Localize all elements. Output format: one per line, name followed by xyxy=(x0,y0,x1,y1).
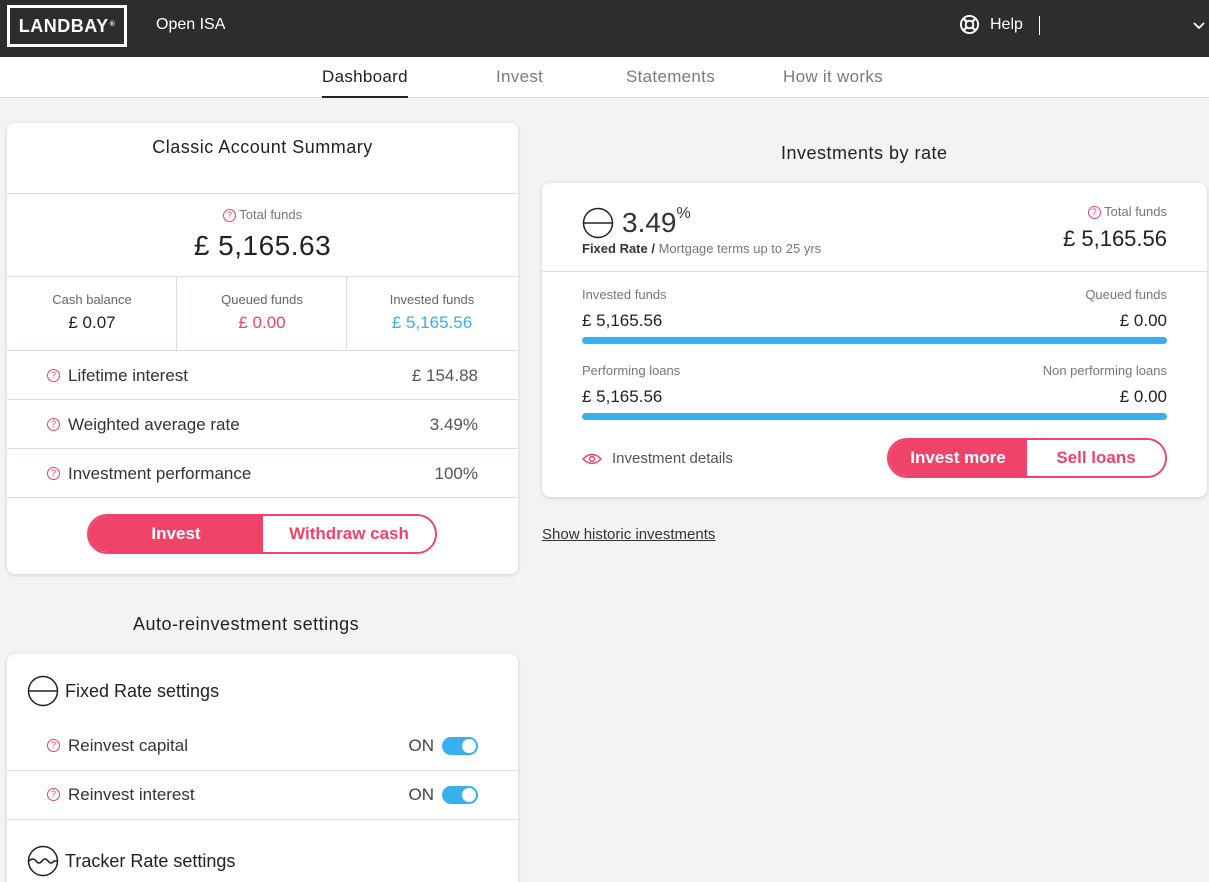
row-label: Reinvest interest xyxy=(68,785,195,804)
help-link[interactable]: Help xyxy=(959,14,1023,35)
divider xyxy=(7,497,518,498)
eye-icon xyxy=(582,453,602,464)
fixed-rate-settings-title: Fixed Rate settings xyxy=(27,675,219,707)
performing-loans-value: £ 5,165.56 xyxy=(582,387,663,406)
auto-reinvestment-card: Fixed Rate settings ? Reinvest capital ON… xyxy=(7,654,518,882)
top-bar: LANDBAY ® Open ISA Help xyxy=(0,0,1209,57)
logo-text: LANDBAY xyxy=(18,15,109,36)
investment-details-link[interactable]: Investment details xyxy=(582,450,733,467)
tab-how-it-works[interactable]: How it works xyxy=(783,67,883,87)
summary-title: Classic Account Summary xyxy=(152,137,373,157)
non-performing-loans-value: £ 0.00 xyxy=(1119,387,1167,406)
main-nav: Dashboard Invest Statements How it works xyxy=(0,57,1209,98)
non-performing-loans-label: Non performing loans xyxy=(1042,363,1167,378)
lifetime-interest-row: ? Lifetime interest £ 154.88 xyxy=(7,351,518,400)
toggle-switch[interactable] xyxy=(442,786,478,804)
invest-more-button[interactable]: Invest more xyxy=(889,440,1027,476)
help-question-icon[interactable]: ? xyxy=(47,369,60,383)
invested-progress-bar xyxy=(582,337,1167,344)
rate-value: 3.49% xyxy=(622,204,691,238)
cash-balance: Cash balance £ 0.07 xyxy=(7,277,177,351)
row-label: Weighted average rate xyxy=(68,415,240,434)
account-summary-card: Classic Account Summary ? Total funds £ … xyxy=(7,123,518,574)
investments-by-rate-title: Investments by rate xyxy=(781,143,948,163)
queued-funds-value: £ 0.00 xyxy=(238,313,286,332)
help-question-icon[interactable]: ? xyxy=(47,739,60,753)
help-question-icon[interactable]: ? xyxy=(47,418,60,432)
investment-performance-row: ? Investment performance 100% xyxy=(7,449,518,498)
tracker-rate-settings-title: Tracker Rate settings xyxy=(27,845,235,877)
rate-card: 3.49% Fixed Rate / Mortgage terms up to … xyxy=(542,183,1207,497)
lifebuoy-icon xyxy=(959,14,980,35)
queued-funds: Queued funds £ 0.00 xyxy=(177,277,347,351)
divider xyxy=(542,271,1207,272)
rate-button-group: Invest more Sell loans xyxy=(887,438,1167,478)
help-question-icon[interactable]: ? xyxy=(47,467,60,481)
divider xyxy=(7,193,518,194)
queued-funds-label: Queued funds xyxy=(221,292,303,307)
row-value: £ 154.88 xyxy=(411,366,478,385)
queued-funds-value: £ 0.00 xyxy=(1119,311,1167,330)
row-value: 3.49% xyxy=(429,415,478,434)
invested-funds-label: Invested funds xyxy=(389,292,475,307)
fixed-rate-icon xyxy=(582,207,614,239)
reinvest-interest-toggle[interactable]: ON xyxy=(408,785,478,805)
toggle-state: ON xyxy=(408,736,435,755)
reinvest-capital-toggle[interactable]: ON xyxy=(408,736,478,756)
chevron-down-icon[interactable] xyxy=(1192,20,1206,32)
invested-funds-label: Invested funds xyxy=(582,287,667,302)
tab-dashboard[interactable]: Dashboard xyxy=(322,67,408,98)
rate-total-value: £ 5,165.56 xyxy=(1063,226,1167,251)
help-question-icon[interactable]: ? xyxy=(1087,206,1101,220)
show-historic-investments-link[interactable]: Show historic investments xyxy=(542,526,715,543)
product-label: Open ISA xyxy=(156,16,226,33)
toggle-state: ON xyxy=(408,785,435,804)
auto-reinvestment-title: Auto-reinvestment settings xyxy=(133,614,360,634)
invested-funds: Invested funds £ 5,165.56 xyxy=(347,277,517,351)
invest-button[interactable]: Invest xyxy=(89,516,263,552)
help-question-icon[interactable]: ? xyxy=(47,788,60,802)
tab-invest[interactable]: Invest xyxy=(496,67,543,87)
help-label: Help xyxy=(990,15,1023,33)
withdraw-cash-button[interactable]: Withdraw cash xyxy=(263,516,435,552)
invested-funds-value: £ 5,165.56 xyxy=(582,311,663,330)
cash-balance-label: Cash balance xyxy=(52,292,132,307)
weighted-rate-row: ? Weighted average rate 3.49% xyxy=(7,400,518,449)
sell-loans-button[interactable]: Sell loans xyxy=(1027,440,1165,476)
tab-statements[interactable]: Statements xyxy=(626,67,715,87)
row-label: Investment performance xyxy=(68,464,252,483)
reinvest-interest-row: ? Reinvest interest ON xyxy=(7,770,518,819)
queued-funds-label: Queued funds xyxy=(1085,287,1167,302)
row-label: Lifetime interest xyxy=(68,366,188,385)
help-question-icon[interactable]: ? xyxy=(222,209,236,223)
cash-balance-value: £ 0.07 xyxy=(68,313,116,332)
invested-funds-value: £ 5,165.56 xyxy=(391,313,473,332)
logo-mark: ® xyxy=(109,20,116,28)
header-divider xyxy=(1039,16,1040,35)
fixed-rate-icon xyxy=(27,675,59,707)
reinvest-capital-row: ? Reinvest capital ON xyxy=(7,721,518,770)
performing-loans-label: Performing loans xyxy=(582,363,681,378)
total-funds-label: ? Total funds xyxy=(7,207,518,223)
total-funds-value: £ 5,165.63 xyxy=(193,230,332,261)
row-label: Reinvest capital xyxy=(68,736,189,755)
tracker-rate-icon xyxy=(27,845,59,877)
rate-total-label: ? Total funds xyxy=(1087,204,1167,220)
landbay-logo[interactable]: LANDBAY ® xyxy=(7,5,127,47)
divider xyxy=(7,819,518,820)
row-value: 100% xyxy=(434,464,478,483)
rate-subtitle: Fixed Rate / Mortgage terms up to 25 yrs xyxy=(582,241,822,256)
performing-progress-bar xyxy=(582,413,1167,420)
toggle-switch[interactable] xyxy=(442,737,478,755)
summary-button-group: Invest Withdraw cash xyxy=(87,514,437,554)
